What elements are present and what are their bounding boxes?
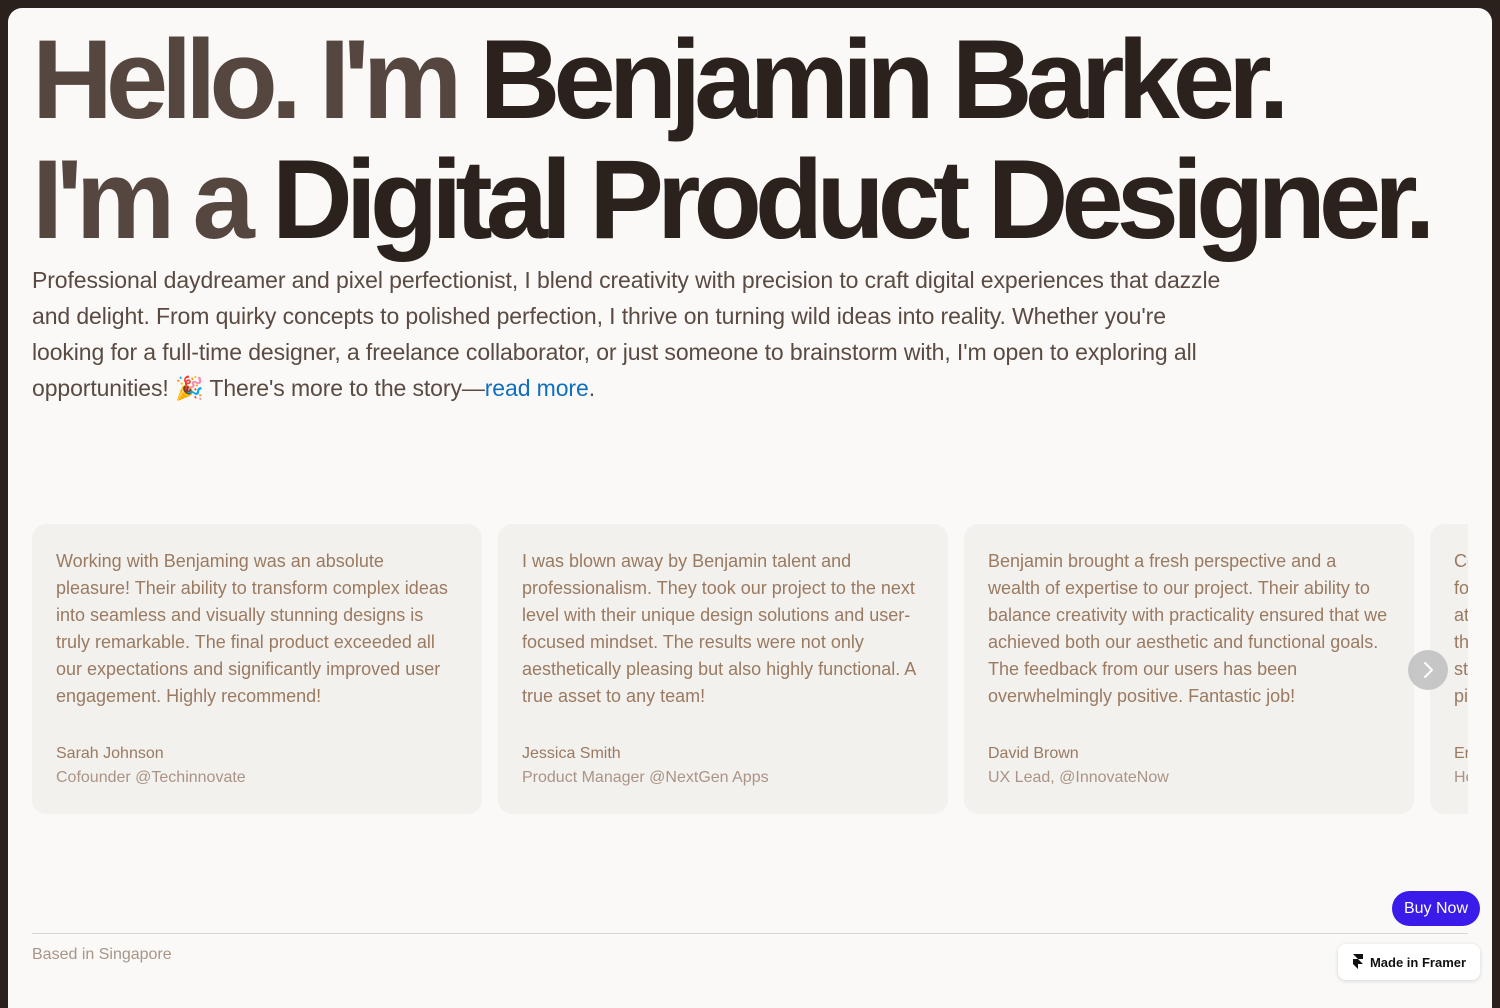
testimonial-quote: Benjamin brought a fresh perspective and… (988, 551, 1388, 706)
hero-line-1: Hello. I'm Benjamin Barker. (32, 20, 1472, 140)
hero-role-prefix: I'm a (32, 137, 272, 262)
read-more-link[interactable]: read more (485, 375, 589, 401)
intro-paragraph: Professional daydreamer and pixel perfec… (32, 262, 1242, 406)
location-text: Based in Singapore (32, 946, 172, 963)
testimonial-quote: Working with Benjaming was an absolute p… (56, 551, 448, 706)
party-emoji-icon: 🎉 (174, 375, 204, 401)
testimonial-author: David Brown (988, 745, 1079, 762)
page: Hello. I'm Benjamin Barker. I'm a Digita… (8, 8, 1492, 1008)
testimonial-role: UX Lead, @InnovateNow (988, 769, 1169, 786)
buy-now-button[interactable]: Buy Now (1392, 891, 1480, 926)
testimonial-card: I was blown away by Benjamin talent and … (498, 524, 948, 814)
hero-name: Benjamin Barker. (479, 17, 1290, 142)
testimonial-track: Working with Benjaming was an absolute p… (32, 524, 1468, 814)
footer-divider (32, 933, 1468, 934)
testimonial-quote: I was blown away by Benjamin talent and … (522, 551, 916, 706)
made-in-framer-badge[interactable]: Made in Framer (1338, 944, 1480, 980)
framer-logo-icon (1352, 954, 1363, 969)
testimonial-quote: Co fo at th st pi (1454, 551, 1468, 706)
hero-line-2: I'm a Digital Product Designer. (32, 140, 1472, 260)
testimonial-author: Er (1454, 745, 1468, 762)
hero-heading: Hello. I'm Benjamin Barker. I'm a Digita… (32, 20, 1472, 260)
hero-greeting: Hello. I'm (32, 17, 480, 142)
testimonial-role: He (1454, 769, 1468, 786)
intro-trailing: . (588, 375, 595, 401)
testimonial-author: Jessica Smith (522, 745, 621, 762)
hero-role: Digital Product Designer. (271, 137, 1436, 262)
story-lead: There's more to the story— (203, 375, 485, 401)
testimonial-card: Working with Benjaming was an absolute p… (32, 524, 482, 814)
testimonial-author: Sarah Johnson (56, 745, 164, 762)
testimonial-card: Benjamin brought a fresh perspective and… (964, 524, 1414, 814)
chevron-right-icon (1424, 662, 1433, 678)
testimonial-role: Product Manager @NextGen Apps (522, 769, 769, 786)
framer-badge-label: Made in Framer (1369, 954, 1467, 970)
testimonial-role: Cofounder @Techinnovate (56, 769, 246, 786)
testimonial-carousel[interactable]: Working with Benjaming was an absolute p… (32, 524, 1468, 814)
carousel-next-button[interactable] (1408, 650, 1448, 690)
